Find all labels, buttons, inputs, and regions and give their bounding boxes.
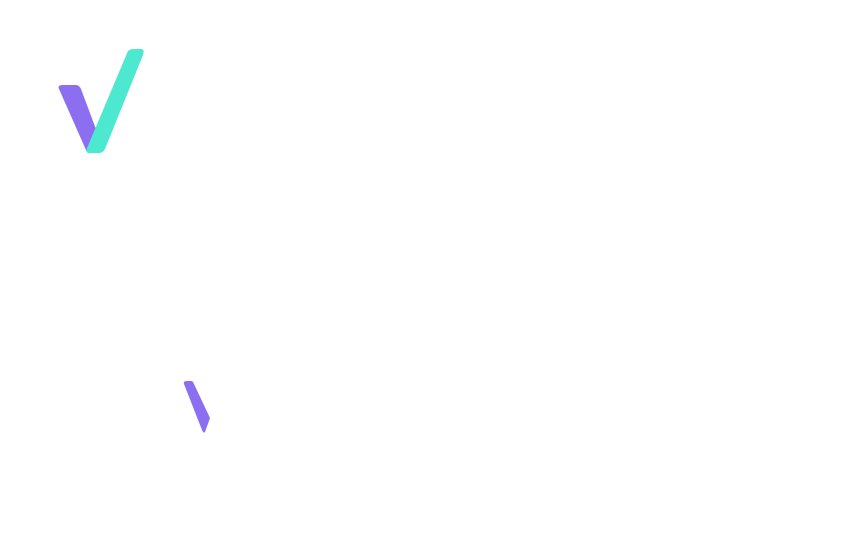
checkmark-fragment-icon	[183, 381, 210, 433]
checkmark-logo-icon	[58, 49, 144, 154]
logo-right-stroke	[86, 49, 144, 153]
fragment-stroke	[183, 381, 210, 433]
